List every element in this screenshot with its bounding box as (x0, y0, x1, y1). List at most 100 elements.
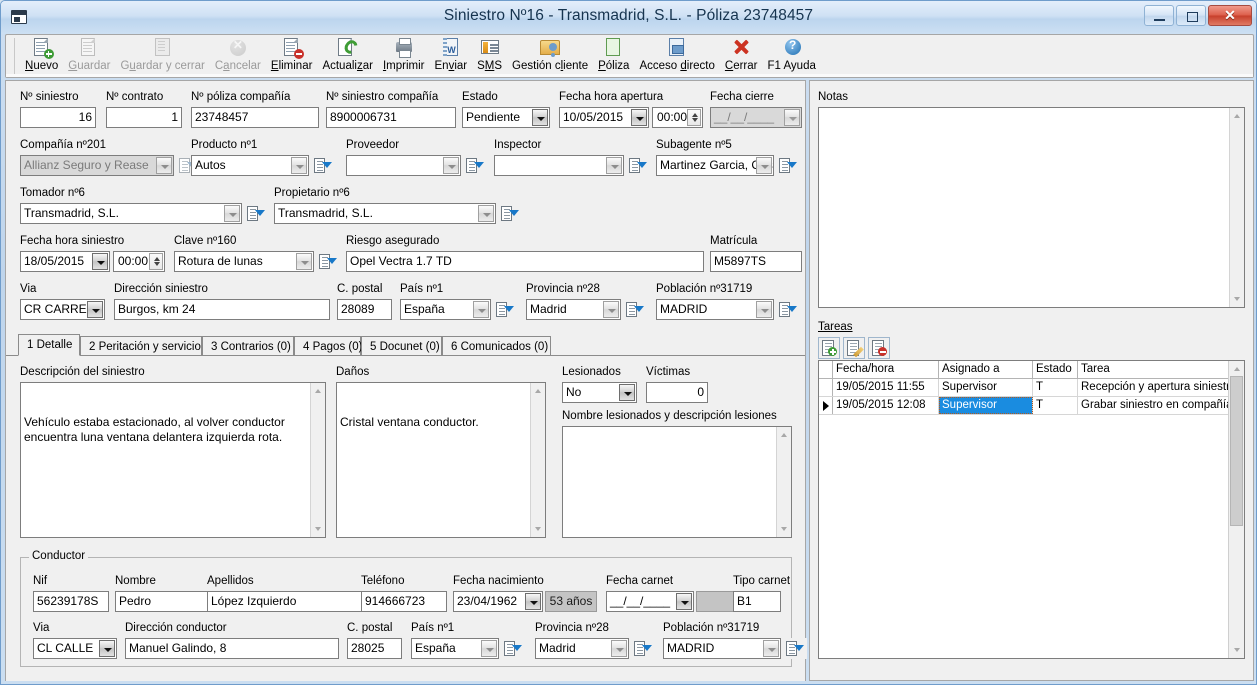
scrollbar-danos[interactable] (530, 383, 545, 537)
combo-subagente[interactable]: Martinez Garcia, Cris (656, 155, 774, 176)
edit-task-button[interactable] (843, 337, 865, 359)
scroll-down-icon-tareas[interactable] (1229, 643, 1244, 658)
textarea-descripcion-siniestro[interactable]: Vehículo estaba estacionado, al volver c… (20, 382, 326, 538)
combo-fecha-cierre[interactable]: __/__/____ (710, 107, 802, 128)
calendar-dropdown-icon-cierre[interactable] (784, 109, 800, 126)
field-cpostal-siniestro[interactable]: 28089 (337, 299, 392, 320)
lookup-button-tomador[interactable] (244, 203, 268, 224)
chevron-down-icon-via[interactable] (87, 301, 103, 318)
chevron-down-icon-propietario[interactable] (478, 205, 494, 222)
table-row[interactable]: 19/05/2015 12:08 Supervisor T Grabar sin… (819, 397, 1244, 415)
cell-tarea[interactable]: Grabar siniestro en compañía (1078, 397, 1229, 414)
calendar-dropdown-icon-nacimiento[interactable] (525, 593, 541, 610)
delete-task-button[interactable] (868, 337, 890, 359)
lookup-button-poblacion-siniestro[interactable] (776, 299, 800, 320)
combo-poblacion-conductor[interactable]: MADRID (663, 638, 781, 659)
scroll-thumb-tareas[interactable] (1230, 376, 1243, 526)
cell-estado[interactable]: T (1033, 397, 1078, 414)
field-cpostal-conductor[interactable]: 28025 (347, 638, 402, 659)
scroll-up-icon-notas[interactable] (1230, 108, 1244, 123)
spinner-updown-icon[interactable] (687, 109, 701, 126)
combo-inspector[interactable] (494, 155, 624, 176)
tab-docunet[interactable]: 5 Docunet (0) (361, 336, 442, 356)
chevron-down-icon-inspector[interactable] (606, 157, 622, 174)
lookup-button-provincia-conductor[interactable] (631, 638, 655, 659)
chevron-down-icon-lesionados[interactable] (619, 384, 635, 401)
combo-lesionados[interactable]: No (562, 382, 637, 403)
chevron-down-icon-pais-conductor[interactable] (481, 640, 497, 657)
chevron-down-icon-pais[interactable] (473, 301, 489, 318)
chevron-down-icon-tomador[interactable] (224, 205, 240, 222)
chevron-down-icon-compania[interactable] (156, 157, 172, 174)
toolbar-button-sms[interactable]: SMS (472, 35, 507, 76)
cell-asignado-selected[interactable]: Supervisor (939, 397, 1033, 414)
combo-fecha-nacimiento[interactable]: 23/04/1962 (453, 591, 543, 612)
field-nif[interactable]: 56239178S (33, 591, 109, 612)
toolbar-button-nuevo[interactable]: Nuevo (20, 35, 63, 76)
lookup-button-producto[interactable] (311, 155, 335, 176)
lookup-button-provincia-siniestro[interactable] (623, 299, 647, 320)
scrollbar-nombre-lesionados[interactable] (776, 427, 791, 537)
cell-tarea[interactable]: Recepción y apertura siniestro (1078, 379, 1229, 396)
combo-fecha-apertura[interactable]: 10/05/2015 (559, 107, 649, 128)
spinner-updown-icon-siniestro[interactable] (149, 253, 163, 270)
tab-contrarios[interactable]: 3 Contrarios (0) (202, 336, 294, 356)
calendar-dropdown-icon[interactable] (631, 109, 647, 126)
scroll-up-icon-tareas[interactable] (1229, 361, 1244, 376)
combo-via-conductor[interactable]: CL CALLE (33, 638, 117, 659)
toolbar-button-actualizar[interactable]: Actualizar (317, 35, 378, 76)
spinner-hora-siniestro[interactable]: 00:00 (113, 251, 165, 272)
scrollbar-descripcion[interactable] (310, 383, 325, 537)
field-victimas[interactable]: 0 (646, 382, 708, 403)
combo-fecha-carnet[interactable]: __/__/____ (606, 591, 694, 612)
chevron-down-icon-subagente[interactable] (756, 157, 772, 174)
field-n-contrato[interactable]: 1 (106, 107, 182, 128)
combo-via-siniestro[interactable]: CR CARRE (20, 299, 105, 320)
combo-estado[interactable]: Pendiente (462, 107, 550, 128)
field-riesgo-asegurado[interactable]: Opel Vectra 1.7 TD (346, 251, 704, 272)
toolbar-button-ayuda[interactable]: F1 Ayuda (762, 35, 820, 76)
tareas-grid[interactable]: Fecha/hora Asignado a Estado Tarea 19/05… (818, 360, 1245, 659)
combo-proveedor[interactable] (346, 155, 461, 176)
combo-pais-conductor[interactable]: España (411, 638, 499, 659)
chevron-down-icon-producto[interactable] (291, 157, 307, 174)
toolbar-button-guardar-y-cerrar[interactable]: Guardar y cerrar (115, 35, 209, 76)
tab-comunicados[interactable]: 6 Comunicados (0) (442, 336, 551, 356)
toolbar-button-cancelar[interactable]: Cancelar (210, 35, 266, 76)
calendar-dropdown-icon-siniestro[interactable] (92, 253, 108, 270)
chevron-down-icon-poblacion-conductor[interactable] (763, 640, 779, 657)
minimize-button[interactable] (1144, 5, 1174, 26)
chevron-down-icon-clave[interactable] (296, 253, 312, 270)
lookup-button-pais-conductor[interactable] (501, 638, 525, 659)
combo-propietario[interactable]: Transmadrid, S.L. (274, 203, 496, 224)
combo-producto[interactable]: Autos (191, 155, 309, 176)
close-button[interactable] (1208, 5, 1252, 26)
chevron-down-icon-poblacion[interactable] (756, 301, 772, 318)
chevron-down-icon-provincia-conductor[interactable] (611, 640, 627, 657)
toolbar-button-guardar[interactable]: Guardar (63, 35, 115, 76)
combo-pais-siniestro[interactable]: España (400, 299, 491, 320)
toolbar-button-gestion-cliente[interactable]: Gestión cliente (507, 35, 593, 76)
field-telefono[interactable]: 914666723 (361, 591, 447, 612)
field-apellidos[interactable]: López Izquierdo (207, 591, 362, 612)
tab-detalle[interactable]: 1 Detalle (18, 334, 80, 356)
toolbar-button-imprimir[interactable]: Imprimir (378, 35, 430, 76)
field-tipo-carnet[interactable]: B1 (733, 591, 781, 612)
textarea-notas[interactable] (818, 107, 1245, 308)
scroll-up-icon-lesionados[interactable] (777, 427, 791, 442)
textarea-nombre-lesionados[interactable] (562, 426, 792, 538)
field-n-poliza-compania[interactable]: 23748457 (191, 107, 319, 128)
textarea-danos[interactable]: Cristal ventana conductor. (336, 382, 546, 538)
lookup-button-clave[interactable] (316, 251, 340, 272)
scroll-down-icon-danos[interactable] (531, 522, 545, 537)
combo-poblacion-siniestro[interactable]: MADRID (656, 299, 774, 320)
combo-provincia-siniestro[interactable]: Madrid (526, 299, 621, 320)
toolbar-button-enviar[interactable]: Enviar (429, 35, 472, 76)
lookup-button-subagente[interactable] (776, 155, 800, 176)
toolbar-button-acceso-directo[interactable]: Acceso directo (634, 35, 719, 76)
tab-peritacion[interactable]: 2 Peritación y servicio (80, 336, 202, 356)
toolbar-button-eliminar[interactable]: Eliminar (266, 35, 318, 76)
maximize-button[interactable] (1176, 5, 1206, 26)
cell-fecha[interactable]: 19/05/2015 12:08 (833, 397, 939, 414)
combo-tomador[interactable]: Transmadrid, S.L. (20, 203, 242, 224)
